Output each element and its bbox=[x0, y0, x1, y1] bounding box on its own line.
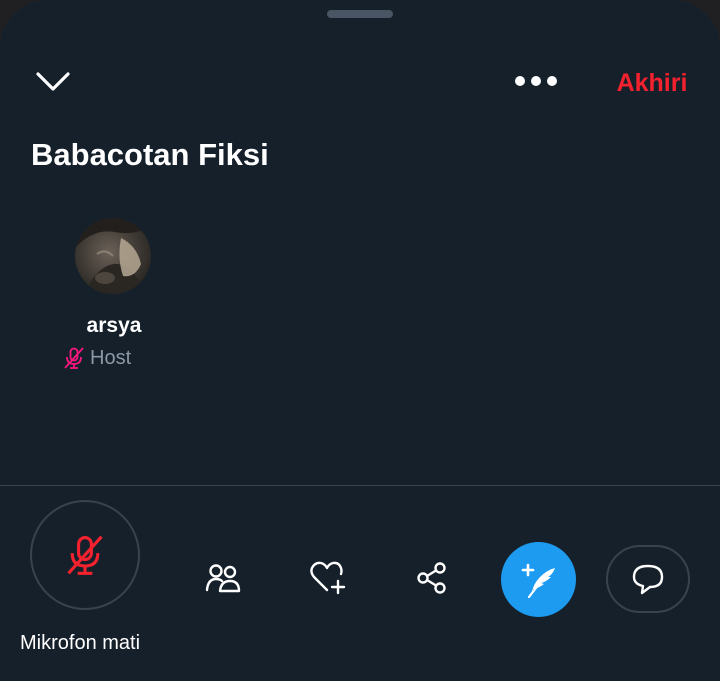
participants-button[interactable] bbox=[198, 553, 248, 603]
mic-status-label: Mikrofon mati bbox=[20, 632, 141, 654]
participant-name: arsya bbox=[86, 314, 142, 337]
mic-toggle-button[interactable] bbox=[30, 500, 140, 610]
more-options-button[interactable] bbox=[508, 66, 564, 96]
comment-bubble-icon bbox=[632, 564, 664, 595]
react-button[interactable] bbox=[303, 553, 353, 603]
divider bbox=[0, 485, 720, 486]
space-sheet: Akhiri Babacotan Fiksi arsya Host Mikrof… bbox=[0, 0, 720, 681]
mic-off-icon bbox=[64, 347, 84, 369]
drag-handle[interactable] bbox=[327, 10, 393, 18]
heart-add-icon bbox=[310, 561, 346, 595]
mic-off-icon bbox=[67, 535, 103, 575]
participant-role: Host bbox=[90, 346, 132, 369]
end-space-button[interactable]: Akhiri bbox=[604, 66, 700, 100]
chevron-down-icon bbox=[36, 72, 70, 91]
participant-card[interactable]: arsya Host bbox=[54, 218, 174, 378]
compose-quill-icon bbox=[521, 563, 555, 598]
people-icon bbox=[205, 564, 241, 593]
share-button[interactable] bbox=[407, 553, 457, 603]
more-horizontal-icon bbox=[515, 76, 557, 86]
participant-role-row: Host bbox=[62, 345, 131, 371]
compose-tweet-button[interactable] bbox=[501, 542, 576, 617]
avatar[interactable] bbox=[75, 218, 151, 294]
space-title: Babacotan Fiksi bbox=[31, 137, 269, 172]
collapse-button[interactable] bbox=[28, 62, 78, 102]
share-icon bbox=[417, 562, 446, 594]
comment-button[interactable] bbox=[606, 545, 690, 613]
